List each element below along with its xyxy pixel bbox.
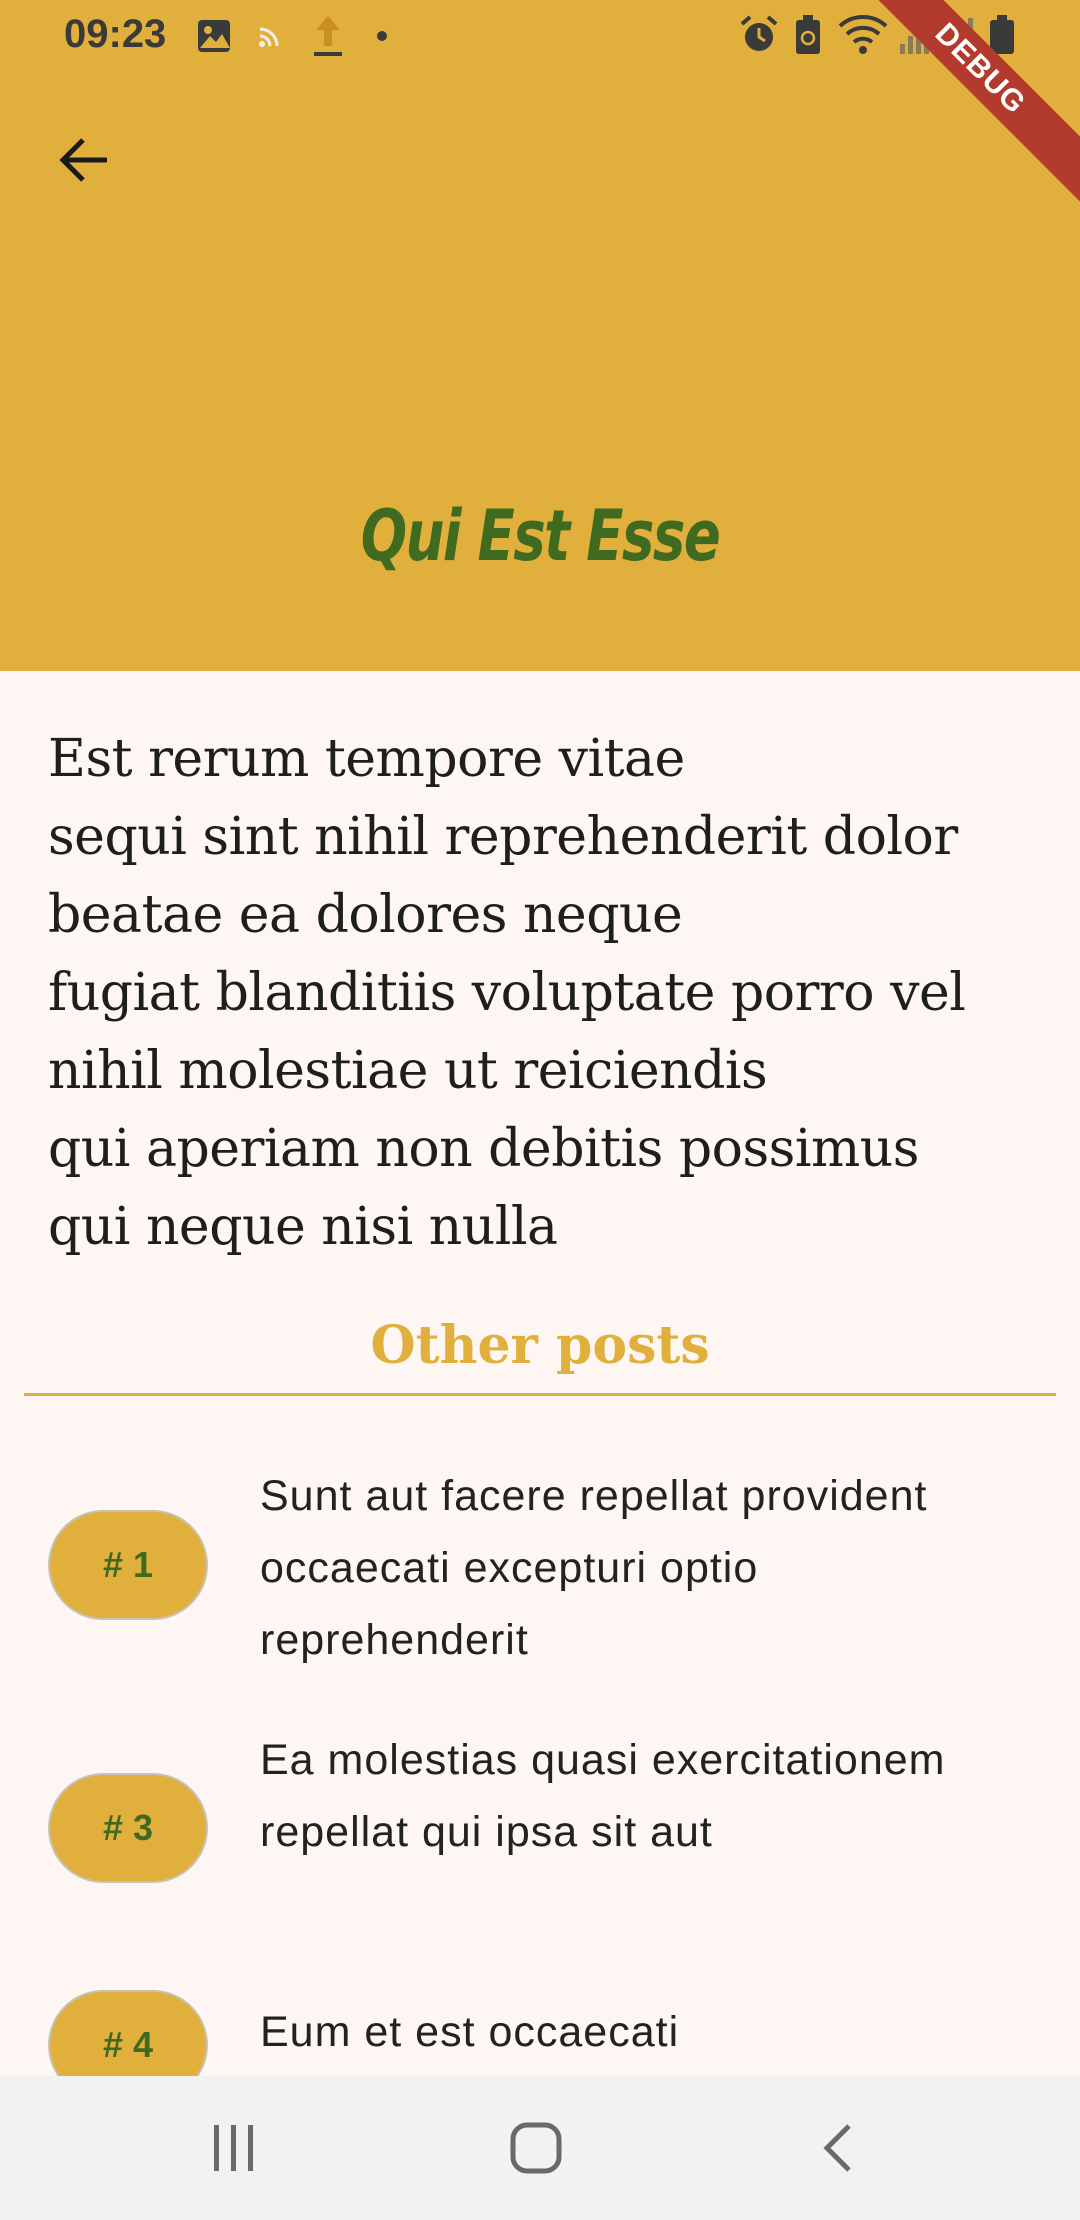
back-icon	[823, 2124, 851, 2172]
list-item[interactable]: # 1 Sunt aut facere repellat provident o…	[0, 1460, 1080, 1680]
post-title[interactable]: Ea molestias quasi exercitationem repell…	[260, 1724, 1020, 1868]
dot-icon	[377, 31, 387, 41]
cast-icon	[259, 27, 279, 47]
post-title[interactable]: Sunt aut facere repellat provident occae…	[260, 1460, 1020, 1676]
battery-saver-icon	[796, 15, 820, 54]
home-button[interactable]	[466, 2076, 606, 2220]
page-title: Qui Est Esse	[360, 495, 721, 577]
recent-apps-button[interactable]	[164, 2076, 304, 2220]
list-item[interactable]: # 4 Eum et est occaecati	[0, 1988, 1080, 2076]
back-button[interactable]	[40, 115, 130, 205]
alarm-icon	[740, 15, 778, 51]
upload-icon	[314, 16, 342, 56]
arrow-back-icon	[59, 138, 107, 182]
nav-back-button[interactable]	[768, 2076, 908, 2220]
recent-apps-icon	[214, 2125, 253, 2171]
system-nav-bar	[0, 2076, 1080, 2220]
post-title[interactable]: Eum et est occaecati	[260, 1996, 1020, 2068]
wifi-icon	[838, 15, 888, 54]
post-number-badge[interactable]: # 3	[48, 1773, 208, 1883]
post-number-badge[interactable]: # 1	[48, 1510, 208, 1620]
other-posts-header: Other posts	[370, 1315, 710, 1376]
app-bar: 09:23 DEBUG Qui Est Esse	[0, 0, 1080, 671]
section-divider	[24, 1393, 1056, 1396]
status-time: 09:23	[64, 12, 167, 56]
post-body: Est rerum tempore vitae sequi sint nihil…	[48, 729, 966, 1257]
home-icon	[510, 2122, 562, 2174]
post-number-badge[interactable]: # 4	[48, 1990, 208, 2076]
image-notification-icon	[198, 20, 230, 52]
list-item[interactable]: # 3 Ea molestias quasi exercitationem re…	[0, 1724, 1080, 1944]
